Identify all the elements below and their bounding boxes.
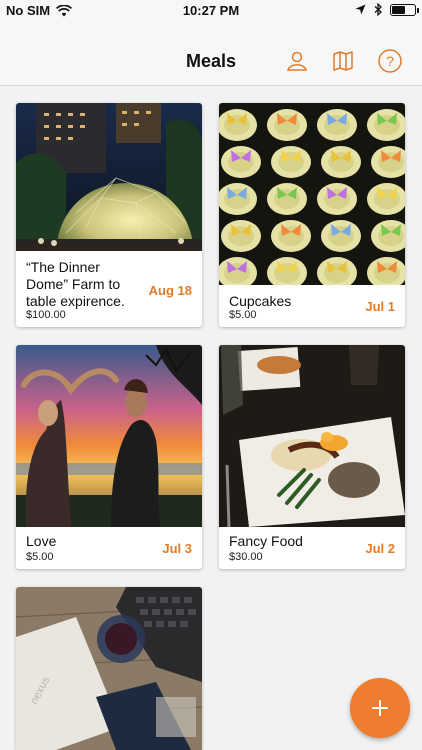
navigation-bar: Meals ? xyxy=(0,22,422,86)
plus-icon xyxy=(372,700,388,716)
meal-title: Cupcakes xyxy=(229,293,292,309)
meal-date: Aug 18 xyxy=(148,283,192,298)
bluetooth-icon xyxy=(374,3,382,16)
meal-photo-love xyxy=(16,345,202,527)
meal-card[interactable]: Love $5.00 Jul 3 xyxy=(16,345,202,569)
meal-card[interactable]: nexus xyxy=(16,587,202,750)
meal-date: Jul 1 xyxy=(365,299,395,314)
svg-text:?: ? xyxy=(386,53,394,69)
location-arrow-icon xyxy=(355,4,366,15)
page-title: Meals xyxy=(185,51,237,71)
help-button[interactable]: ? xyxy=(377,48,403,74)
meal-price: $5.00 xyxy=(26,551,54,563)
meal-card[interactable]: Cupcakes $5.00 Jul 1 xyxy=(219,103,405,327)
meal-photo-dinner-dome xyxy=(16,103,202,251)
status-right xyxy=(355,3,419,16)
battery-icon xyxy=(390,3,419,16)
map-icon xyxy=(333,51,353,71)
help-icon: ? xyxy=(378,49,402,73)
meal-caption: Love $5.00 Jul 3 xyxy=(16,527,202,569)
battery-fill xyxy=(392,5,405,14)
status-bar: No SIM 10:27 PM xyxy=(0,0,422,22)
person-icon xyxy=(287,51,307,71)
meal-card[interactable]: Fancy Food $30.00 Jul 2 xyxy=(219,345,405,569)
meal-date: Jul 2 xyxy=(365,541,395,556)
meal-title: “The Dinner Dome” Farm to table expirenc… xyxy=(26,259,125,309)
meal-date: Jul 3 xyxy=(162,541,192,556)
meal-photo-laptop-table: nexus xyxy=(16,587,202,750)
meal-caption: Cupcakes $5.00 Jul 1 xyxy=(219,285,405,327)
meal-price: $100.00 xyxy=(26,309,66,321)
meal-caption: “The Dinner Dome” Farm to table expirenc… xyxy=(16,251,202,327)
profile-button[interactable] xyxy=(284,48,310,74)
meal-price: $5.00 xyxy=(229,309,257,321)
meal-photo-cupcakes xyxy=(219,103,405,285)
map-button[interactable] xyxy=(330,48,356,74)
meal-card[interactable]: “The Dinner Dome” Farm to table expirenc… xyxy=(16,103,202,327)
meal-photo-fancy-food xyxy=(219,345,405,527)
meal-caption: Fancy Food $30.00 Jul 2 xyxy=(219,527,405,569)
meal-title: Love xyxy=(26,533,57,549)
add-meal-button[interactable] xyxy=(350,678,410,738)
meal-price: $30.00 xyxy=(229,551,263,563)
meal-title: Fancy Food xyxy=(229,533,303,549)
